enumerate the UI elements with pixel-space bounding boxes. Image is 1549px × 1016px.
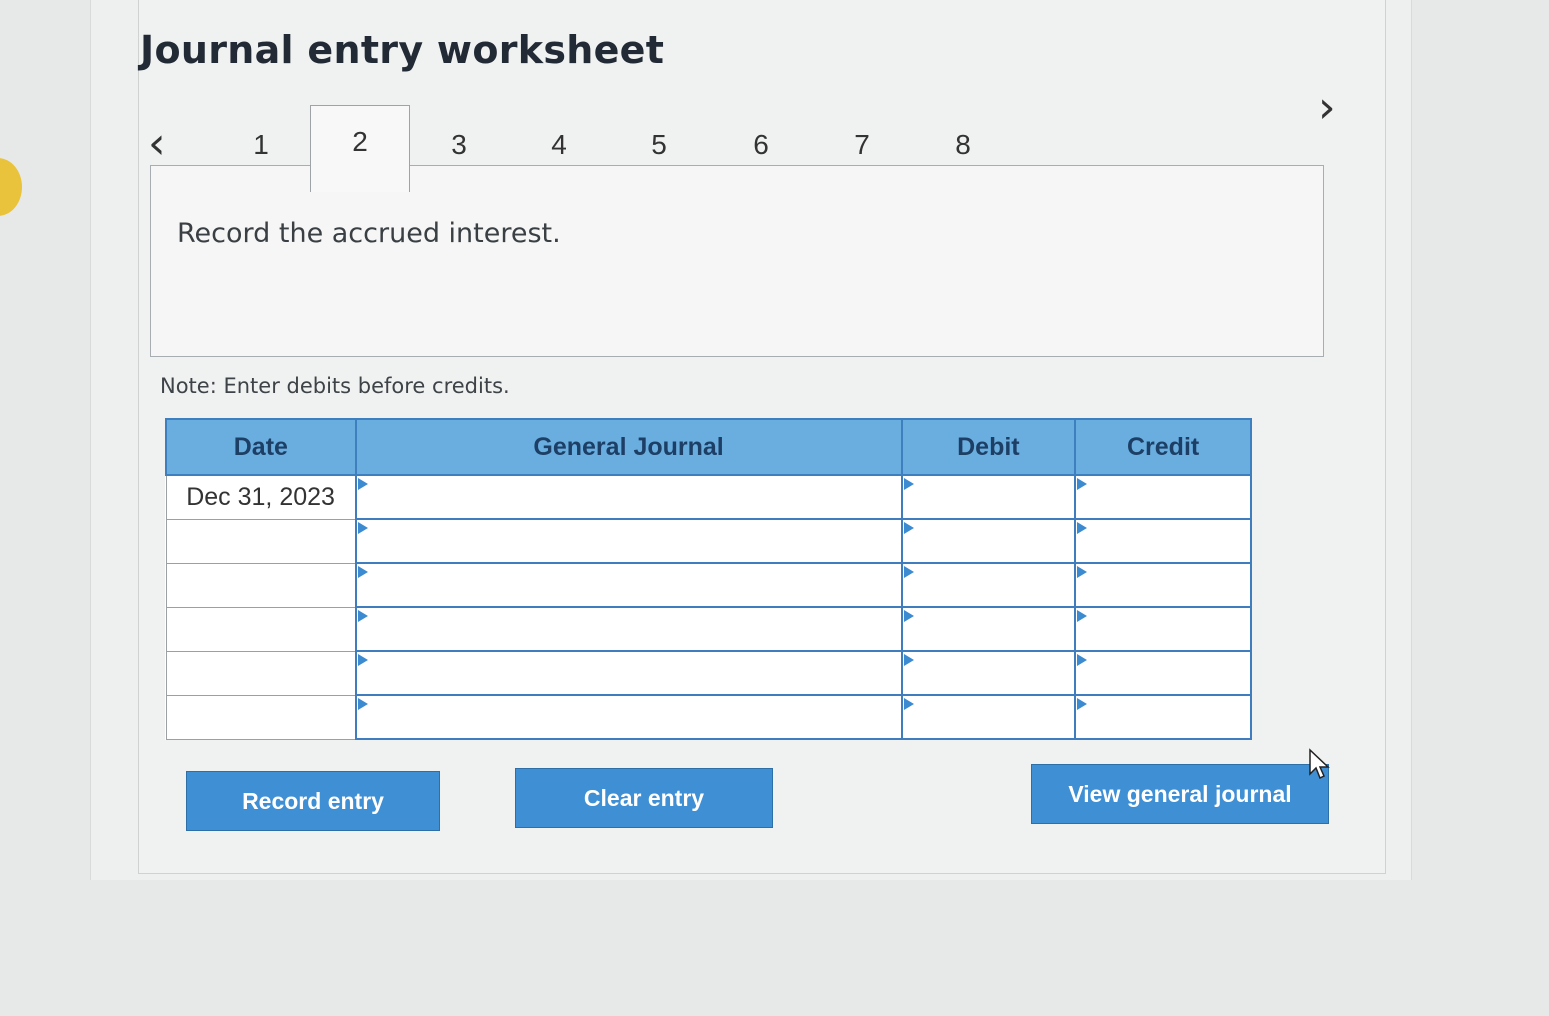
record-entry-button[interactable]: Record entry	[186, 771, 440, 831]
account-input[interactable]	[354, 518, 903, 564]
dropdown-marker-icon	[1077, 478, 1088, 490]
view-general-journal-button[interactable]: View general journal	[1031, 764, 1329, 824]
account-input[interactable]	[354, 694, 903, 740]
dropdown-marker-icon	[1077, 654, 1088, 666]
chevron-left-icon[interactable]: ‹	[148, 122, 166, 166]
credit-input[interactable]	[1074, 606, 1252, 652]
table-row	[165, 694, 1252, 740]
date-cell[interactable]	[165, 694, 357, 740]
chevron-right-icon[interactable]: ›	[1318, 86, 1336, 130]
account-input[interactable]	[354, 562, 903, 608]
table-row	[165, 562, 1252, 608]
column-header-date: Date	[165, 418, 357, 476]
credit-input[interactable]	[1074, 474, 1252, 520]
dropdown-marker-icon	[357, 566, 368, 578]
instruction-text: Record the accrued interest.	[177, 218, 561, 249]
mouse-cursor-icon	[1309, 748, 1330, 780]
dropdown-marker-icon	[1077, 610, 1088, 622]
tab-2[interactable]: 2	[310, 105, 410, 192]
credit-input[interactable]	[1074, 562, 1252, 608]
dropdown-marker-icon	[903, 654, 914, 666]
journal-table: Date General Journal Debit Credit Dec 31…	[165, 418, 1252, 740]
column-header-general-journal: General Journal	[354, 418, 903, 476]
dropdown-marker-icon	[1077, 522, 1088, 534]
debit-input[interactable]	[900, 562, 1077, 608]
date-cell[interactable]: Dec 31, 2023	[165, 474, 357, 520]
account-input[interactable]	[354, 650, 903, 696]
dropdown-marker-icon	[903, 478, 914, 490]
account-input[interactable]	[354, 474, 903, 520]
instruction-panel: Record the accrued interest.	[150, 165, 1324, 357]
debit-input[interactable]	[900, 518, 1077, 564]
dropdown-marker-icon	[357, 522, 368, 534]
dropdown-marker-icon	[1077, 698, 1088, 710]
credit-input[interactable]	[1074, 694, 1252, 740]
debit-input[interactable]	[900, 650, 1077, 696]
column-header-credit: Credit	[1074, 418, 1252, 476]
dropdown-marker-icon	[1077, 566, 1088, 578]
dropdown-marker-icon	[903, 698, 914, 710]
table-row	[165, 650, 1252, 696]
date-cell[interactable]	[165, 606, 357, 652]
table-row	[165, 606, 1252, 652]
dropdown-marker-icon	[903, 522, 914, 534]
dropdown-marker-icon	[357, 698, 368, 710]
table-header-row: Date General Journal Debit Credit	[165, 418, 1252, 476]
note-text: Note: Enter debits before credits.	[160, 374, 510, 398]
debit-input[interactable]	[900, 694, 1077, 740]
date-cell[interactable]	[165, 562, 357, 608]
dropdown-marker-icon	[357, 610, 368, 622]
side-indicator	[0, 158, 22, 216]
debit-input[interactable]	[900, 474, 1077, 520]
page-title: Journal entry worksheet	[140, 28, 665, 72]
dropdown-marker-icon	[357, 478, 368, 490]
debit-input[interactable]	[900, 606, 1077, 652]
table-row	[165, 518, 1252, 564]
credit-input[interactable]	[1074, 650, 1252, 696]
credit-input[interactable]	[1074, 518, 1252, 564]
table-row: Dec 31, 2023	[165, 474, 1252, 520]
dropdown-marker-icon	[357, 654, 368, 666]
date-cell[interactable]	[165, 518, 357, 564]
dropdown-marker-icon	[903, 566, 914, 578]
dropdown-marker-icon	[903, 610, 914, 622]
date-cell[interactable]	[165, 650, 357, 696]
account-input[interactable]	[354, 606, 903, 652]
column-header-debit: Debit	[900, 418, 1077, 476]
clear-entry-button[interactable]: Clear entry	[515, 768, 773, 828]
